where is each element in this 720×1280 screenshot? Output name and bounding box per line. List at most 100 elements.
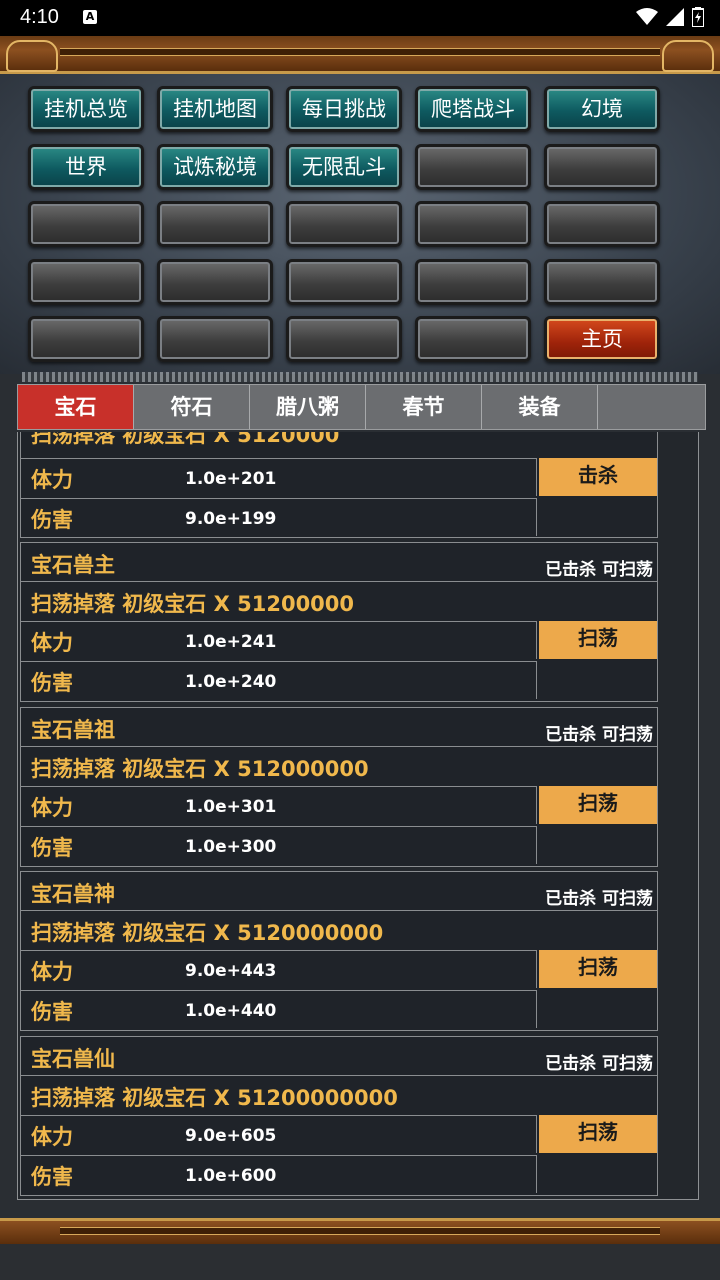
boss-list[interactable]: 扫荡掉落 初级宝石 X 5120000 体力 1.0e+201 伤害 9.0e+… (17, 432, 699, 1200)
nav-button[interactable]: 挂机总览 (28, 86, 144, 132)
nav-button[interactable]: 主页 (544, 316, 660, 362)
nav-button[interactable]: 每日挑战 (286, 86, 402, 132)
damage-value: 1.0e+440 (185, 1001, 277, 1021)
card-drop-text: 扫荡掉落 初级宝石 X 51200000000 (31, 1085, 398, 1110)
tab-1[interactable]: 符石 (134, 385, 250, 429)
card-damage-row: 伤害 1.0e+600 (21, 1154, 537, 1193)
card-title: 宝石兽主 (31, 553, 115, 577)
nav-button[interactable]: 试炼秘境 (157, 143, 273, 190)
sweep-button[interactable]: 扫荡 (539, 785, 657, 824)
frame-ornament-left-icon (6, 40, 58, 72)
status-bar: 4:10 A (0, 0, 720, 36)
card-status: 已击杀 可扫荡 (545, 889, 653, 909)
hp-label: 体力 (31, 960, 73, 984)
card-drop-text: 扫荡掉落 初级宝石 X 5120000000 (31, 921, 384, 945)
boss-card: 宝石兽祖 已击杀 可扫荡扫荡掉落 初级宝石 X 512000000 体力 1.0e+3… (20, 706, 658, 867)
sweep-button[interactable]: 扫荡 (539, 1114, 657, 1153)
nav-button-empty[interactable] (157, 201, 273, 247)
tab-3[interactable]: 春节 (366, 385, 482, 429)
notification-a-icon: A (83, 10, 97, 24)
damage-label: 伤害 (31, 671, 73, 695)
sweep-button[interactable]: 扫荡 (539, 621, 657, 659)
boss-card: 宝石兽仙 已击杀 可扫荡扫荡掉落 初级宝石 X 51200000000 体力 9.0e… (20, 1035, 658, 1196)
nav-button-empty[interactable] (415, 316, 531, 362)
ornate-frame-top (0, 36, 720, 74)
card-drop-text: 扫荡掉落 初级宝石 X 5120000 (31, 432, 340, 447)
hp-value: 1.0e+241 (185, 632, 277, 652)
card-hp-row: 体力 9.0e+605 (21, 1114, 537, 1153)
hp-value: 1.0e+301 (185, 796, 277, 817)
nav-button-empty[interactable] (157, 258, 273, 305)
nav-button[interactable]: 爬塔战斗 (415, 86, 531, 132)
card-hp-row: 体力 1.0e+301 (21, 785, 537, 824)
tab-4[interactable]: 装备 (482, 385, 598, 429)
ornament-divider (22, 372, 698, 382)
card-damage-row: 伤害 1.0e+240 (21, 661, 537, 699)
nav-button-empty[interactable] (415, 143, 531, 190)
bottom-bar (0, 1244, 720, 1280)
card-drop-text: 扫荡掉落 初级宝石 X 51200000 (31, 592, 355, 616)
boss-card-partial: 扫荡掉落 初级宝石 X 5120000 体力 1.0e+201 伤害 9.0e+… (20, 432, 658, 538)
hp-label: 体力 (31, 631, 73, 655)
nav-button-empty[interactable] (544, 258, 660, 305)
nav-button[interactable]: 幻境 (544, 86, 660, 132)
frame-ornament-right-icon (662, 40, 714, 72)
damage-value: 1.0e+240 (185, 672, 277, 692)
frame-rail (60, 48, 660, 56)
damage-label: 伤害 (31, 1000, 73, 1024)
card-title: 宝石兽仙 (31, 1046, 115, 1071)
hp-label: 体力 (31, 468, 73, 492)
hp-value: 1.0e+201 (185, 469, 277, 489)
card-title: 宝石兽祖 (31, 717, 115, 742)
nav-button-empty[interactable] (28, 201, 144, 247)
nav-button[interactable]: 无限乱斗 (286, 143, 402, 190)
hp-value: 9.0e+443 (185, 961, 277, 981)
card-status: 已击杀 可扫荡 (545, 724, 653, 745)
frame-rail (60, 1227, 660, 1235)
card-separator (21, 745, 657, 747)
wifi-icon (636, 8, 658, 25)
boss-card: 宝石兽神 已击杀 可扫荡扫荡掉落 初级宝石 X 5120000000 体力 9.0e+… (20, 871, 658, 1031)
card-title: 宝石兽神 (31, 882, 115, 906)
card-hp-row: 体力 9.0e+443 (21, 950, 537, 988)
tab-0[interactable]: 宝石 (18, 385, 134, 429)
card-drop-text: 扫荡掉落 初级宝石 X 512000000 (31, 756, 369, 781)
hp-label: 体力 (31, 795, 73, 820)
nav-button-empty[interactable] (415, 201, 531, 247)
signal-icon (666, 8, 684, 26)
nav-panel: 挂机总览 挂机地图 每日挑战 爬塔战斗 幻境世界 试炼秘境 无限乱斗主页 (0, 74, 720, 374)
damage-label: 伤害 (31, 508, 73, 532)
card-separator (21, 1074, 657, 1076)
sweep-button[interactable]: 扫荡 (539, 950, 657, 988)
nav-button-empty[interactable] (286, 201, 402, 247)
ornate-frame-bottom (0, 1218, 720, 1244)
card-damage-row: 伤害 1.0e+440 (21, 990, 537, 1028)
card-separator (21, 910, 657, 911)
nav-button-empty[interactable] (28, 258, 144, 305)
nav-button-empty[interactable] (286, 258, 402, 305)
nav-button[interactable]: 世界 (28, 143, 144, 190)
damage-value: 9.0e+199 (185, 509, 277, 529)
card-hp-row: 体力 1.0e+241 (21, 621, 537, 659)
nav-button-empty[interactable] (544, 143, 660, 190)
nav-button-empty[interactable] (544, 201, 660, 247)
status-time: 4:10 (20, 6, 59, 28)
damage-value: 1.0e+300 (185, 836, 277, 857)
nav-button-empty[interactable] (28, 316, 144, 362)
nav-button-empty[interactable] (286, 316, 402, 362)
card-damage-row: 伤害 9.0e+199 (21, 498, 537, 536)
card-damage-row: 伤害 1.0e+300 (21, 825, 537, 864)
damage-value: 1.0e+600 (185, 1165, 277, 1186)
category-tabs: 宝石 符石 腊八粥 春节 装备 (17, 384, 706, 430)
tab-2[interactable]: 腊八粥 (250, 385, 366, 429)
damage-label: 伤害 (31, 835, 73, 860)
nav-button[interactable]: 挂机地图 (157, 86, 273, 132)
card-status: 已击杀 可扫荡 (545, 1053, 653, 1074)
damage-label: 伤害 (31, 1164, 73, 1189)
nav-button-empty[interactable] (157, 316, 273, 362)
battery-icon (692, 7, 704, 27)
kill-button[interactable]: 击杀 (539, 458, 657, 496)
nav-button-empty[interactable] (415, 258, 531, 305)
boss-card: 宝石兽主 已击杀 可扫荡 扫荡掉落 初级宝石 X 51200000 体力 1.0e+24… (20, 542, 658, 702)
status-icons (636, 7, 704, 27)
